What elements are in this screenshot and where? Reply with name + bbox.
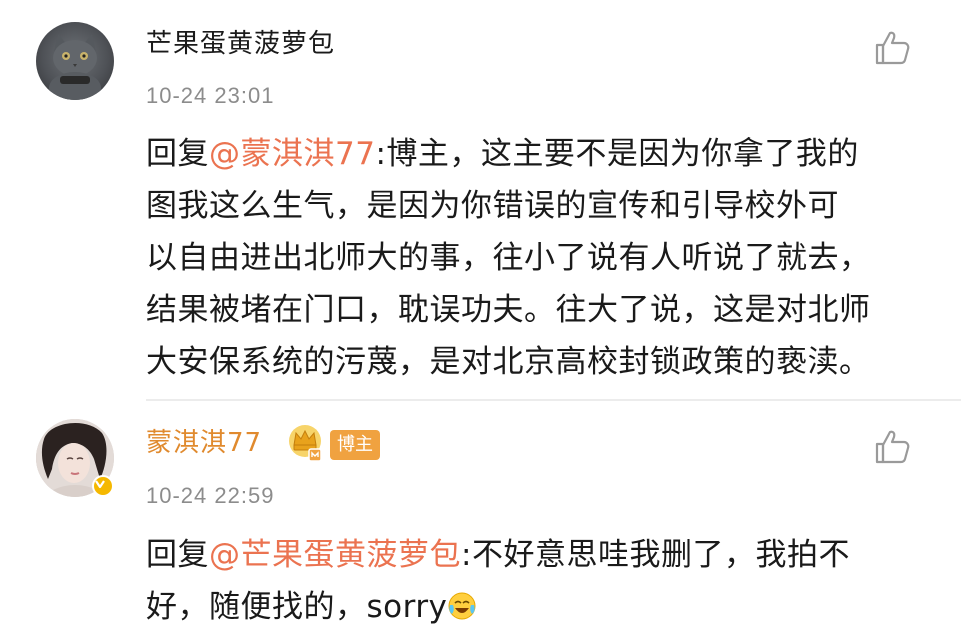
comment-text-segment: :博主，这主要不是因为你拿了我的 — [375, 136, 859, 172]
username[interactable]: 芒果蛋黄菠萝包 — [146, 28, 335, 60]
cat-avatar-icon — [49, 34, 101, 100]
thumbs-up-icon[interactable] — [872, 427, 912, 467]
comment-line: 回复@芒果蛋黄菠萝包:不好意思哇我删了，我拍不 — [146, 529, 926, 581]
thumbs-up-icon[interactable] — [872, 28, 912, 68]
crown-icon — [289, 425, 322, 462]
mention-link[interactable]: @蒙淇淇77 — [209, 136, 375, 172]
comment-text: 回复@芒果蛋黄菠萝包:不好意思哇我删了，我拍不 好，随便找的，sorry — [146, 529, 926, 633]
reply-prefix: 回复 — [146, 136, 209, 172]
timestamp: 10-24 22:59 — [146, 483, 275, 508]
timestamp: 10-24 23:01 — [146, 83, 275, 108]
avatar[interactable] — [36, 22, 114, 100]
laughing-crying-emoji-icon — [448, 592, 476, 620]
comment-line: 结果被堵在门口，耽误功夫。往大了说，这是对北师 — [146, 292, 871, 328]
comment-item: 蒙淇淇77 博主 10-24 22:59 回复@芒果蛋黄菠萝包:不好意思哇我删了… — [0, 401, 961, 642]
comment-line: 大安保系统的污蔑，是对北京高校封锁政策的亵渎。 — [146, 344, 871, 380]
comment-item: 芒果蛋黄菠萝包 10-24 23:01 回复@蒙淇淇77:博主，这主要不是因为你… — [0, 0, 961, 400]
avatar[interactable] — [36, 419, 114, 497]
reply-prefix: 回复 — [146, 537, 209, 573]
author-badge: 博主 — [330, 430, 380, 460]
comment-line: 以自由进出北师大的事，往小了说有人听说了就去， — [146, 240, 871, 276]
verified-icon — [92, 475, 114, 497]
mention-link[interactable]: @芒果蛋黄菠萝包 — [209, 537, 461, 573]
comment-text: 回复@蒙淇淇77:博主，这主要不是因为你拿了我的 图我这么生气，是因为你错误的宣… — [146, 128, 926, 388]
username[interactable]: 蒙淇淇77 — [146, 427, 262, 459]
comment-line: 图我这么生气，是因为你错误的宣传和引导校外可 — [146, 188, 839, 224]
comment-line: 好，随便找的，sorry — [146, 581, 926, 633]
comment-line: 回复@蒙淇淇77:博主，这主要不是因为你拿了我的 — [146, 128, 926, 180]
comment-text-segment: 好，随便找的，sorry — [146, 589, 448, 625]
comment-text-segment: :不好意思哇我删了，我拍不 — [461, 537, 850, 573]
